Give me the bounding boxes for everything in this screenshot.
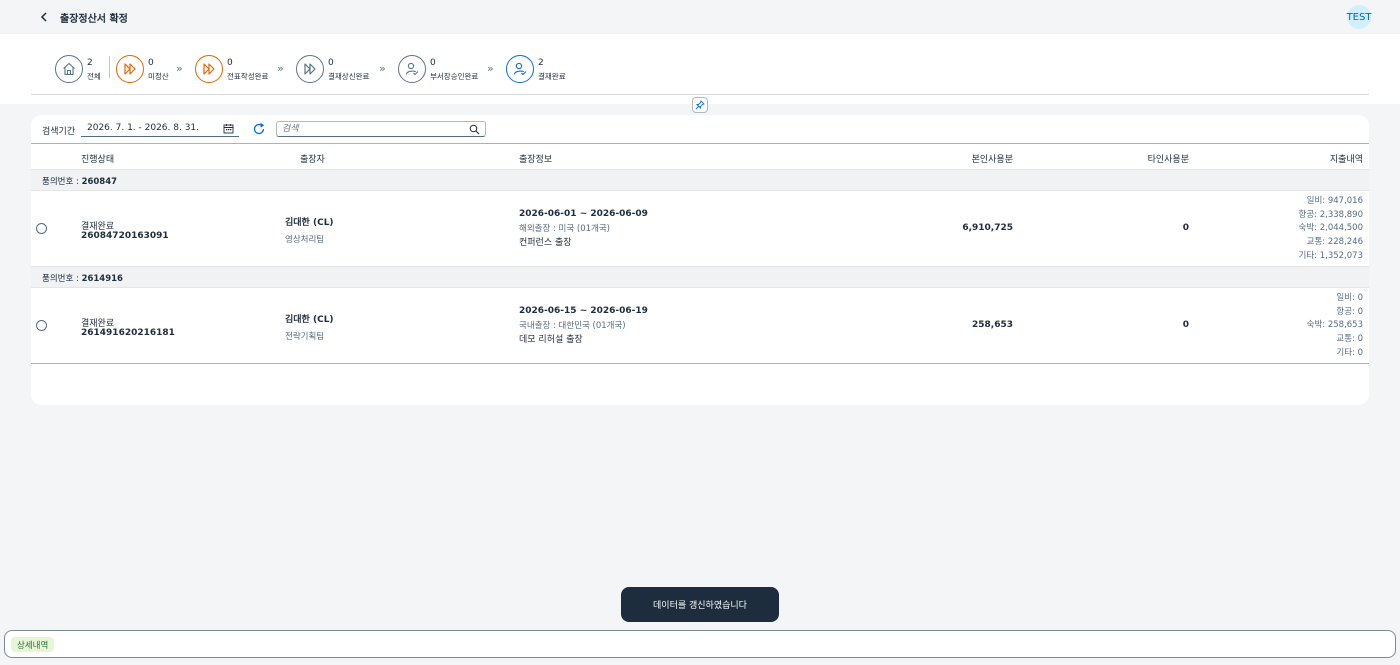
row-select-radio[interactable]: [36, 320, 47, 331]
search-input[interactable]: [282, 123, 462, 135]
column-header-traveler[interactable]: 출장자: [300, 152, 325, 165]
group-label: 품의번호 : 2614916: [42, 274, 123, 284]
status-header: 2 전체 0 미정산 » 0 전표작성완료 » 0 결재상신완료 » 0 부서장…: [0, 34, 1400, 104]
header-divider: [31, 94, 1369, 95]
step-count: 0: [328, 58, 334, 68]
column-header-status[interactable]: 진행상태: [81, 152, 114, 165]
expense-item: 숙박: 2,044,500: [1298, 223, 1363, 234]
table-top-border: [31, 143, 1369, 144]
bottom-detail-bar[interactable]: 상세내역: [4, 630, 1396, 658]
expense-breakdown: 일비: 947,016 항공: 2,338,890 숙박: 2,044,500 …: [1299, 195, 1363, 264]
user-check-icon: [398, 55, 426, 83]
page-title: 출장정산서 확정: [60, 14, 128, 25]
settlement-panel: 검색기간 2026. 7. 1. - 2026. 8. 31. 진행상태 출장자…: [31, 115, 1369, 405]
trip-type: 국내출장 : 대한민국 (01개국): [519, 321, 626, 331]
expense-item: 항공: 2,338,890: [1298, 209, 1363, 220]
expense-item: 일비: 0: [1336, 293, 1363, 303]
own-amount: 258,653: [972, 320, 1013, 330]
chevron-right-icon: »: [487, 62, 494, 75]
other-amount: 0: [1182, 223, 1189, 233]
user-check-icon: [506, 55, 534, 83]
date-range-picker[interactable]: 2026. 7. 1. - 2026. 8. 31.: [81, 121, 239, 137]
expense-item: 기타: 0: [1336, 347, 1363, 358]
expense-item: 기타: 1,352,073: [1298, 250, 1363, 261]
approval-number: 260847: [81, 177, 118, 187]
refresh-icon[interactable]: [252, 122, 266, 136]
table-row[interactable]: 결재완료 261491620216181 김대한 (CL) 전략기획팀 2026…: [31, 288, 1369, 363]
chevron-right-icon: »: [277, 62, 284, 75]
expense-item: 교통: 0: [1336, 334, 1363, 345]
calendar-icon[interactable]: [223, 123, 234, 134]
document-number: 26084720163091: [81, 231, 169, 241]
chevron-right-icon: »: [176, 62, 183, 75]
expense-item: 일비: 947,016: [1306, 196, 1363, 206]
table-row[interactable]: 결재완료 26084720163091 김대한 (CL) 영상처리팀 2026-…: [31, 191, 1369, 266]
traveler-name: 김대한 (CL): [285, 218, 334, 228]
step-label: 미정산: [148, 72, 169, 81]
period-label: 검색기간: [42, 127, 76, 137]
step-count: 0: [430, 58, 436, 68]
fast-forward-icon: [195, 55, 223, 83]
group-label: 품의번호 : 260847: [42, 177, 118, 187]
document-number: 261491620216181: [81, 328, 175, 338]
expense-item: 항공: 0: [1336, 306, 1363, 317]
pin-icon: [695, 100, 705, 110]
expense-breakdown: 일비: 0 항공: 0 숙박: 258,653 교통: 0 기타: 0: [1307, 292, 1363, 361]
approval-number: 2614916: [81, 274, 123, 284]
table-bottom-border: [31, 363, 1369, 364]
column-header-other-amount[interactable]: 타인사용분: [1148, 152, 1189, 165]
pin-header-button[interactable]: [692, 97, 708, 113]
back-arrow-icon[interactable]: [37, 10, 51, 24]
step-label: 전표작성완료: [227, 72, 269, 81]
step-count: 0: [227, 58, 233, 68]
step-count: 2: [87, 58, 93, 68]
step-label: 결재상신완료: [328, 72, 370, 81]
traveler-name: 김대한 (CL): [285, 315, 334, 325]
column-header-expenses[interactable]: 지출내역: [1330, 152, 1363, 165]
expense-item: 교통: 228,246: [1306, 237, 1363, 248]
row-select-radio[interactable]: [36, 223, 47, 234]
traveler-team: 전략기획팀: [285, 332, 325, 342]
step-count: 0: [148, 58, 154, 68]
other-amount: 0: [1182, 320, 1189, 330]
shell-bar: 출장정산서 확정 TEST: [0, 0, 1400, 34]
chevron-right-icon: »: [379, 62, 386, 75]
step-label: 결재완료: [538, 72, 566, 81]
search-icon[interactable]: [469, 124, 480, 135]
own-amount: 6,910,725: [962, 223, 1013, 233]
column-header-trip-info[interactable]: 출장정보: [519, 152, 552, 165]
step-divider: [109, 56, 110, 78]
home-icon: [55, 55, 83, 83]
fast-forward-icon: [116, 55, 144, 83]
detail-tag[interactable]: 상세내역: [11, 637, 55, 652]
trip-period: 2026-06-01 ~ 2026-06-09: [519, 209, 648, 219]
traveler-team: 영상처리팀: [285, 235, 325, 245]
group-header-row: 품의번호 : 2614916: [31, 266, 1369, 288]
step-label: 부서장승인완료: [430, 72, 479, 81]
group-header-row: 품의번호 : 260847: [31, 169, 1369, 191]
step-label: 전체: [87, 72, 101, 81]
column-header-own-amount[interactable]: 본인사용분: [972, 152, 1013, 165]
trip-purpose: 컨퍼런스 출장: [519, 238, 572, 248]
trip-purpose: 데모 리허설 출장: [519, 335, 583, 345]
trip-type: 해외출장 : 미국 (01개국): [519, 224, 610, 234]
date-range-value: 2026. 7. 1. - 2026. 8. 31.: [87, 123, 200, 133]
step-count: 2: [538, 58, 544, 68]
fast-forward-icon: [296, 55, 324, 83]
expense-item: 숙박: 258,653: [1306, 320, 1363, 331]
toast-message: 데이터를 갱신하였습니다: [621, 587, 779, 622]
trip-period: 2026-06-15 ~ 2026-06-19: [519, 306, 648, 316]
search-field[interactable]: [276, 121, 486, 137]
user-avatar[interactable]: TEST: [1347, 5, 1371, 29]
